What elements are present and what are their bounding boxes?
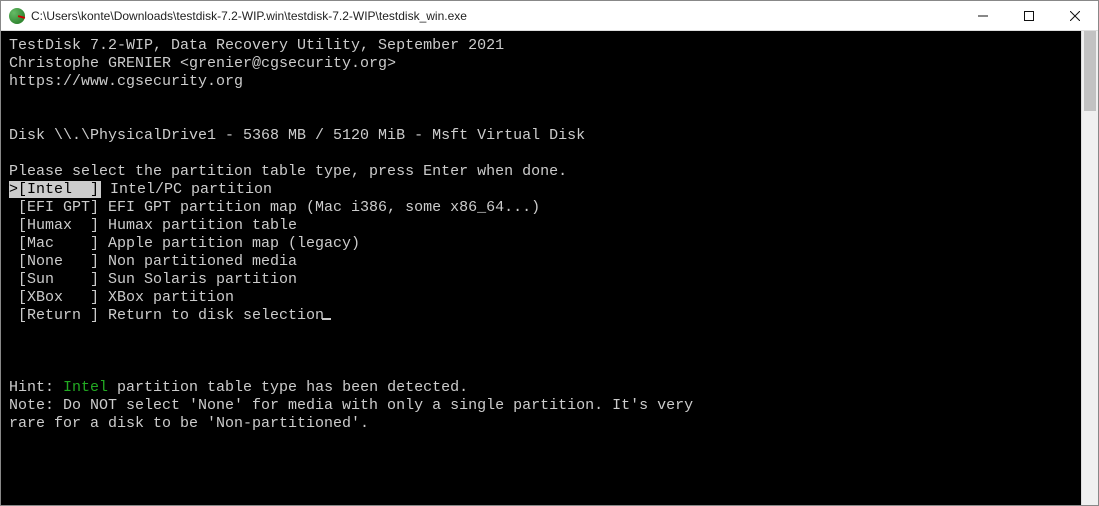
menu-item[interactable]: [Return ] Return to disk selection bbox=[9, 307, 1077, 325]
menu-item-desc: Sun Solaris partition bbox=[99, 271, 297, 288]
menu-item-bracket: [Sun ] bbox=[9, 271, 99, 288]
window-controls bbox=[960, 1, 1098, 30]
title-bar[interactable]: C:\Users\konte\Downloads\testdisk-7.2-WI… bbox=[1, 1, 1098, 31]
vertical-scrollbar[interactable] bbox=[1081, 31, 1098, 505]
close-icon bbox=[1070, 11, 1080, 21]
minimize-button[interactable] bbox=[960, 1, 1006, 30]
header-line: TestDisk 7.2-WIP, Data Recovery Utility,… bbox=[9, 37, 1077, 55]
close-button[interactable] bbox=[1052, 1, 1098, 30]
menu-item-desc: Apple partition map (legacy) bbox=[99, 235, 360, 252]
menu-item-bracket: [None ] bbox=[9, 253, 99, 270]
menu-item[interactable]: [Humax ] Humax partition table bbox=[9, 217, 1077, 235]
menu-item-bracket: [Return ] bbox=[9, 307, 99, 324]
prompt-line: Please select the partition table type, … bbox=[9, 163, 1077, 181]
menu-item-selected: >[Intel ] bbox=[9, 181, 101, 198]
menu-item-desc: XBox partition bbox=[99, 289, 234, 306]
menu-item[interactable]: [XBox ] XBox partition bbox=[9, 289, 1077, 307]
minimize-icon bbox=[978, 11, 988, 21]
menu-item-desc: Intel/PC partition bbox=[101, 181, 272, 198]
menu-item-bracket: [Mac ] bbox=[9, 235, 99, 252]
console-output[interactable]: TestDisk 7.2-WIP, Data Recovery Utility,… bbox=[1, 31, 1081, 505]
menu-item-bracket: [EFI GPT] bbox=[9, 199, 99, 216]
menu-item-desc: Humax partition table bbox=[99, 217, 297, 234]
menu-item-desc: Non partitioned media bbox=[99, 253, 297, 270]
window-title: C:\Users\konte\Downloads\testdisk-7.2-WI… bbox=[31, 9, 960, 23]
menu-item-desc: EFI GPT partition map (Mac i386, some x8… bbox=[99, 199, 540, 216]
menu-item[interactable]: [Sun ] Sun Solaris partition bbox=[9, 271, 1077, 289]
menu-item[interactable]: [EFI GPT] EFI GPT partition map (Mac i38… bbox=[9, 199, 1077, 217]
maximize-icon bbox=[1024, 11, 1034, 21]
menu-item[interactable]: [None ] Non partitioned media bbox=[9, 253, 1077, 271]
menu-item-desc: Return to disk selection bbox=[99, 307, 324, 324]
client-area: TestDisk 7.2-WIP, Data Recovery Utility,… bbox=[1, 31, 1098, 505]
menu-item-bracket: [Humax ] bbox=[9, 217, 99, 234]
hint-line: Hint: Intel partition table type has bee… bbox=[9, 379, 1077, 397]
header-line: Christophe GRENIER <grenier@cgsecurity.o… bbox=[9, 55, 1077, 73]
maximize-button[interactable] bbox=[1006, 1, 1052, 30]
header-line: https://www.cgsecurity.org bbox=[9, 73, 1077, 91]
scrollbar-thumb[interactable] bbox=[1084, 31, 1096, 111]
menu-item[interactable]: >[Intel ] Intel/PC partition bbox=[9, 181, 1077, 199]
note-line: rare for a disk to be 'Non-partitioned'. bbox=[9, 415, 1077, 433]
note-line: Note: Do NOT select 'None' for media wit… bbox=[9, 397, 1077, 415]
app-icon bbox=[9, 8, 25, 24]
text-cursor bbox=[322, 318, 331, 320]
disk-line: Disk \\.\PhysicalDrive1 - 5368 MB / 5120… bbox=[9, 127, 1077, 145]
detected-type: Intel bbox=[63, 379, 108, 396]
menu-item-bracket: [XBox ] bbox=[9, 289, 99, 306]
menu-item[interactable]: [Mac ] Apple partition map (legacy) bbox=[9, 235, 1077, 253]
app-window: C:\Users\konte\Downloads\testdisk-7.2-WI… bbox=[0, 0, 1099, 506]
